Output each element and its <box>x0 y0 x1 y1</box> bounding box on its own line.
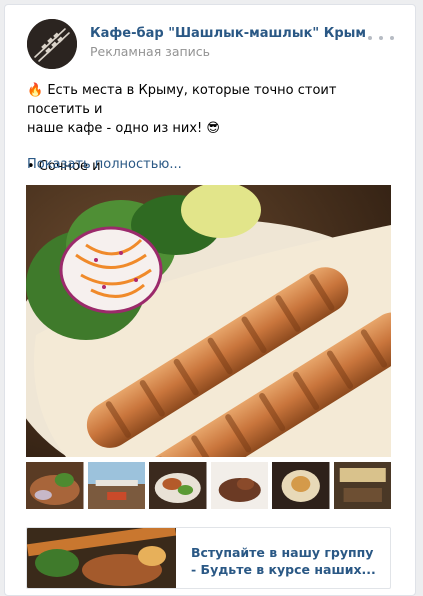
thumbnail[interactable] <box>210 462 268 509</box>
kebab-link-image <box>27 528 176 588</box>
dot <box>368 36 372 40</box>
link-card[interactable]: Вступайте в нашу группу - Будьте в курсе… <box>26 527 391 589</box>
main-photo[interactable] <box>26 185 391 457</box>
thumbnail[interactable] <box>333 462 391 509</box>
post-card: Кафе-бар "Шашлык-машлык" Крым Рекламная … <box>4 4 416 596</box>
thumbnail[interactable] <box>272 462 330 509</box>
ad-label: Рекламная запись <box>90 44 211 59</box>
skewer-logo-icon <box>27 19 77 69</box>
kebab-photo-image <box>26 185 391 457</box>
thumbnail[interactable] <box>87 462 145 509</box>
meat-thumbnail-image <box>210 462 268 509</box>
group-avatar[interactable] <box>27 19 77 69</box>
terrace-thumbnail-image <box>87 462 145 509</box>
thumbnail[interactable] <box>149 462 207 509</box>
show-more-link[interactable]: Показать полностью... <box>27 157 182 172</box>
link-card-title[interactable]: Вступайте в нашу группу - Будьте в курсе… <box>191 544 381 578</box>
interior-thumbnail-image <box>333 462 391 509</box>
platter-thumbnail-image <box>272 462 330 509</box>
more-dots-icon[interactable] <box>368 33 394 43</box>
post-text-line: наше кафе - одно из них! 😎 <box>27 121 220 136</box>
thumbnail[interactable] <box>26 462 84 509</box>
dish-thumbnail-image <box>149 462 207 509</box>
post-text-line: 🔥 Есть места в Крыму, которые точно стои… <box>27 83 337 117</box>
link-card-image <box>27 528 176 588</box>
thumbnail-strip <box>26 462 391 509</box>
dot <box>390 36 394 40</box>
food-thumbnail-image <box>26 462 84 509</box>
dot <box>379 36 383 40</box>
group-name-link[interactable]: Кафе-бар "Шашлык-машлык" Крым <box>90 26 366 41</box>
